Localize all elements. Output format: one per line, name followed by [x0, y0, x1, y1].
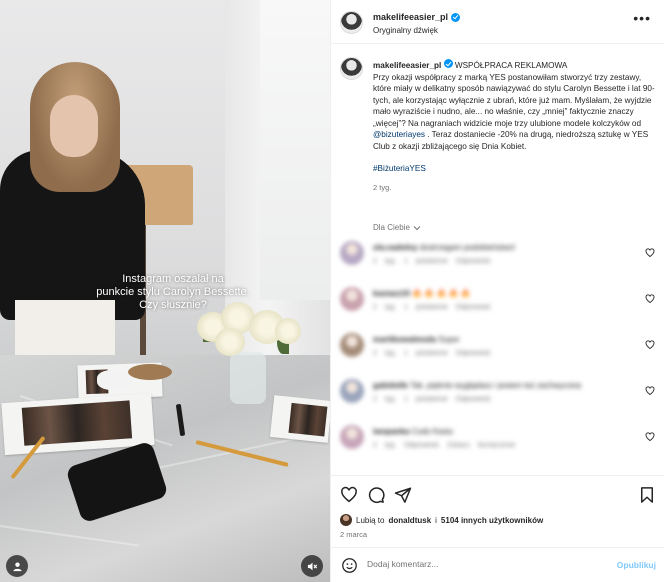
commenter-avatar[interactable] — [340, 241, 364, 265]
publish-comment-button[interactable]: Opublikuj — [617, 560, 656, 570]
author-username[interactable]: makelifeeasier_pl — [373, 12, 448, 22]
heart-icon[interactable] — [645, 386, 655, 396]
comment-icon[interactable] — [367, 486, 385, 504]
commenter-username[interactable]: iwopanka — [373, 427, 409, 436]
audio-label[interactable]: Oryginalny dźwięk — [373, 26, 438, 35]
likes-prefix: Lubią to — [356, 515, 385, 525]
comment-text-line: ola.nadolny dostrzegam podobieństwo! — [373, 243, 515, 252]
person-face — [50, 95, 98, 157]
overlay-line: Czy słusznie? — [139, 299, 207, 311]
speaker-muted-icon — [307, 562, 317, 570]
more-options-icon[interactable]: ••• — [633, 11, 651, 25]
verified-badge-icon — [443, 59, 453, 68]
jewelry-tray — [128, 364, 172, 380]
comment-text: Super — [438, 335, 460, 344]
chevron-down-icon — [413, 225, 421, 230]
caption-timestamp[interactable]: 2 tyg. — [373, 182, 658, 194]
caption-author-avatar[interactable] — [340, 57, 363, 80]
post-side-panel: makelifeeasier_pl Oryginalny dźwięk ••• … — [330, 0, 664, 582]
mute-toggle-button[interactable] — [301, 555, 323, 577]
likes-middle: i — [435, 515, 437, 525]
post-actions-bar — [331, 475, 664, 511]
window-light — [260, 0, 330, 300]
emoji-icon[interactable] — [341, 557, 358, 574]
comment-text-line: iwopanka Cudo Kasiu — [373, 427, 453, 436]
likes-count[interactable]: 5104 innych użytkowników — [441, 516, 543, 525]
comments-filter-dropdown[interactable]: Dla Ciebie — [373, 223, 421, 232]
bookmark-icon[interactable] — [638, 486, 656, 504]
liker-avatar — [340, 514, 352, 526]
video-overlay-text: Instagram oszalał na punkcie stylu Carol… — [78, 273, 268, 312]
overlay-line: Instagram oszalał na — [122, 273, 224, 285]
commenter-username[interactable]: gabidolle — [373, 381, 408, 390]
commenter-avatar[interactable] — [340, 379, 364, 403]
commenter-username[interactable]: martikowalmoda — [373, 335, 436, 344]
liker-username[interactable]: donaldtusk — [388, 516, 431, 525]
comment-row: gabidolle Tak, pięknie wyglądasz i jeste… — [331, 376, 664, 416]
post-header: makelifeeasier_pl Oryginalny dźwięk ••• — [331, 0, 664, 44]
hashtag-link[interactable]: #BiżuteriaYES — [373, 163, 658, 175]
comment-meta[interactable]: 2 tyg. 1 polubienie Odpowiedz — [373, 350, 491, 357]
comments-scroll-area[interactable]: makelifeeasier_pl WSPÓŁPRACA REKLAMOWA P… — [331, 45, 664, 475]
author-avatar[interactable] — [340, 11, 363, 34]
user-icon — [12, 561, 22, 571]
comment-row: martikowalmoda Super 2 tyg. 1 polubienie … — [331, 330, 664, 370]
caption-text: Przy okazji współpracy z marką YES posta… — [373, 72, 655, 128]
mention-link[interactable]: @bizuteriayes — [373, 130, 425, 139]
verified-badge-icon — [451, 12, 461, 22]
commenter-username[interactable]: kasiazz10 — [373, 289, 410, 298]
marble-table — [0, 355, 330, 582]
comment-text: Cudo Kasiu — [411, 427, 454, 436]
comment-meta[interactable]: 2 tyg. 1 polubienie Odpowiedz — [373, 396, 491, 403]
post-date[interactable]: 2 marca — [340, 530, 367, 539]
share-icon[interactable] — [394, 486, 412, 504]
comment-row: ola.nadolny dostrzegam podobieństwo! 2 ty… — [331, 238, 664, 278]
comment-meta[interactable]: 2 tyg. 1 polubienie Odpowiedz — [373, 304, 491, 311]
comment-text-line: kasiazz10 🔥 🔥 🔥 🔥 🔥 — [373, 289, 471, 298]
comment-text: dostrzegam podobieństwo! — [419, 243, 516, 252]
heart-icon[interactable] — [645, 248, 655, 258]
comment-meta[interactable]: 2 tyg. Odpowiedz Zobacz tłumaczenie — [373, 442, 515, 449]
caption-username[interactable]: makelifeeasier_pl — [373, 61, 441, 70]
comment-meta[interactable]: 2 tyg. 1 polubienie Odpowiedz — [373, 258, 491, 265]
comment-row: kasiazz10 🔥 🔥 🔥 🔥 🔥 2 tyg. 1 polubienie O… — [331, 284, 664, 324]
comments-filter-label: Dla Ciebie — [373, 223, 410, 232]
post-caption: makelifeeasier_pl WSPÓŁPRACA REKLAMOWA P… — [373, 59, 658, 193]
heart-icon[interactable] — [645, 340, 655, 350]
photo-card-right — [269, 395, 330, 443]
comment-text-line: gabidolle Tak, pięknie wyglądasz i jeste… — [373, 381, 581, 390]
overlay-line: punkcie stylu Carolyn Bessette. — [96, 286, 250, 298]
heart-icon[interactable] — [645, 294, 655, 304]
heart-icon[interactable] — [340, 486, 358, 504]
commenter-username[interactable]: ola.nadolny — [373, 243, 417, 252]
partnership-label: WSPÓŁPRACA REKLAMOWA — [454, 61, 568, 70]
commenter-avatar[interactable] — [340, 287, 364, 311]
commenter-avatar[interactable] — [340, 333, 364, 357]
comment-input[interactable] — [367, 559, 602, 569]
comment-text: 🔥 🔥 🔥 🔥 🔥 — [412, 289, 471, 298]
add-comment-bar: Opublikuj — [331, 547, 664, 582]
comment-row: iwopanka Cudo Kasiu 2 tyg. Odpowiedz Zoba… — [331, 422, 664, 462]
comment-text: Tak, pięknie wyglądasz i jestem też zach… — [410, 381, 581, 390]
commenter-avatar[interactable] — [340, 425, 364, 449]
likes-summary[interactable]: Lubią to donaldtusk i 5104 innych użytko… — [340, 514, 543, 526]
author-username-row[interactable]: makelifeeasier_pl — [373, 12, 461, 22]
comment-text-line: martikowalmoda Super — [373, 335, 460, 344]
heart-icon[interactable] — [645, 432, 655, 442]
post-media[interactable]: Instagram oszalał na punkcie stylu Carol… — [0, 0, 330, 582]
tagged-users-button[interactable] — [6, 555, 28, 577]
